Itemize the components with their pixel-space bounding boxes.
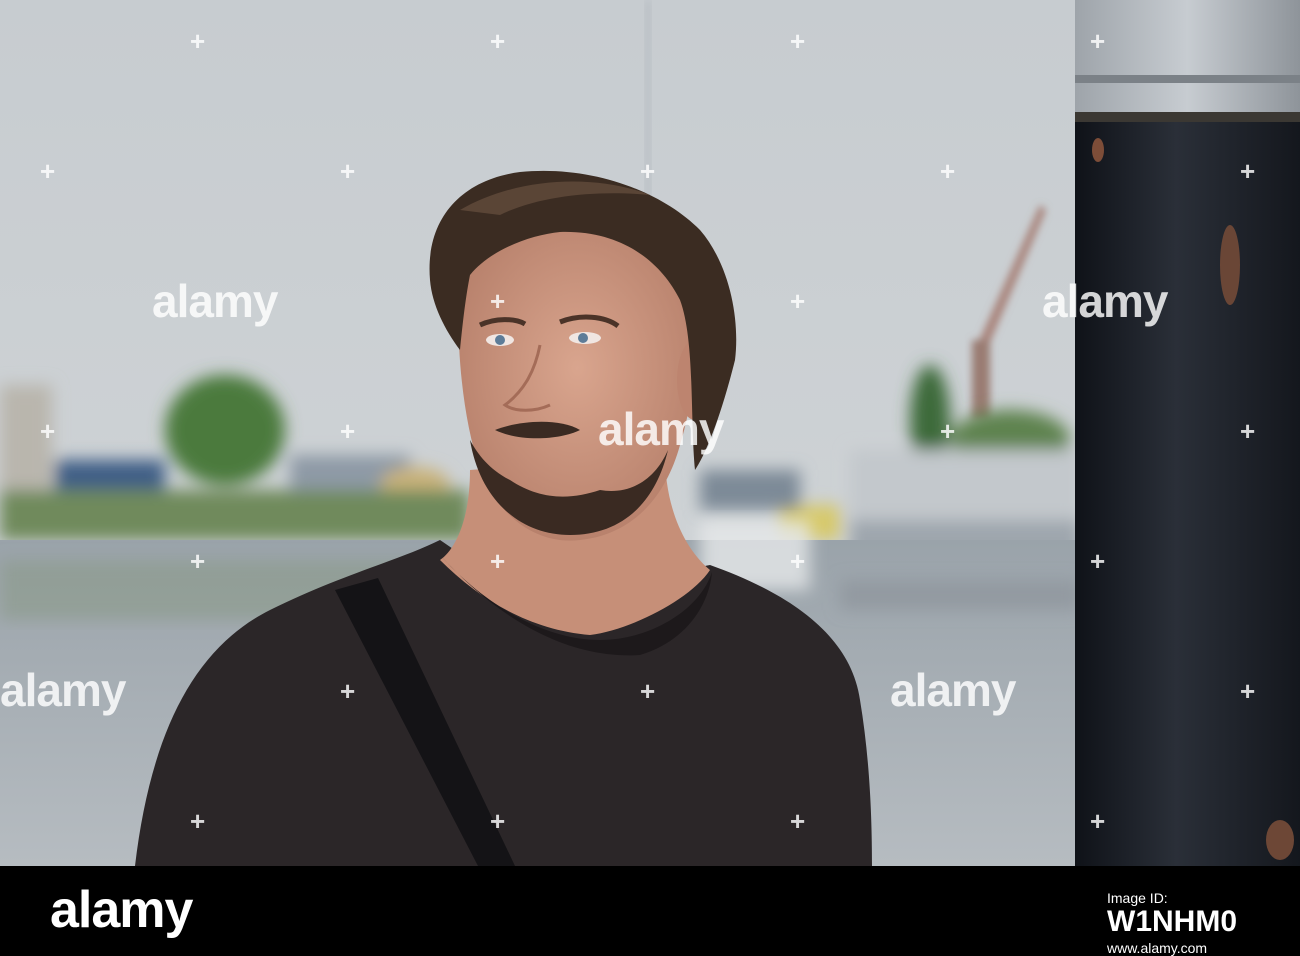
watermark-plus: +: [340, 416, 356, 446]
watermark-plus: +: [1240, 156, 1256, 186]
watermark-plus: +: [790, 286, 806, 316]
watermark-plus: +: [340, 676, 356, 706]
watermark-plus: +: [340, 156, 356, 186]
footer-bar: alamy: [0, 866, 1300, 956]
watermark-plus: +: [940, 416, 956, 446]
image-id: W1NHM0: [1107, 905, 1238, 938]
image-id-block: Image ID: W1NHM0 www.alamy.com: [1107, 891, 1237, 955]
watermark-plus: +: [790, 806, 806, 836]
watermark-plus: +: [1240, 676, 1256, 706]
watermark-plus: +: [1090, 806, 1106, 836]
watermark-plus: +: [640, 676, 656, 706]
watermark-text: alamy: [598, 403, 724, 455]
watermark-plus: +: [40, 156, 56, 186]
image-id-label: Image ID:: [1107, 890, 1168, 906]
harbor-pole: [1075, 0, 1300, 866]
watermark-plus: +: [490, 26, 506, 56]
watermark-plus: +: [490, 286, 506, 316]
watermark-plus: +: [190, 806, 206, 836]
watermark-plus: +: [1090, 546, 1106, 576]
watermark-plus: +: [190, 26, 206, 56]
watermark-plus: +: [790, 26, 806, 56]
alamy-logo: alamy: [50, 881, 193, 939]
watermark-plus: +: [640, 156, 656, 186]
watermark-plus: +: [1240, 416, 1256, 446]
watermark-plus: +: [190, 546, 206, 576]
watermark-plus: +: [490, 806, 506, 836]
watermark-plus: +: [490, 546, 506, 576]
stock-photo: alamy alamy alamy alamy alamy + + + + + …: [0, 0, 1300, 866]
watermark-plus: +: [940, 156, 956, 186]
watermark-text: alamy: [1042, 275, 1168, 327]
watermark-text: alamy: [890, 664, 1016, 716]
site-url: www.alamy.com: [1107, 940, 1208, 956]
watermark-text: alamy: [152, 275, 278, 327]
watermark-plus: +: [1090, 26, 1106, 56]
watermark-plus: +: [40, 416, 56, 446]
watermark-text: alamy: [0, 664, 126, 716]
watermark-plus: +: [790, 546, 806, 576]
